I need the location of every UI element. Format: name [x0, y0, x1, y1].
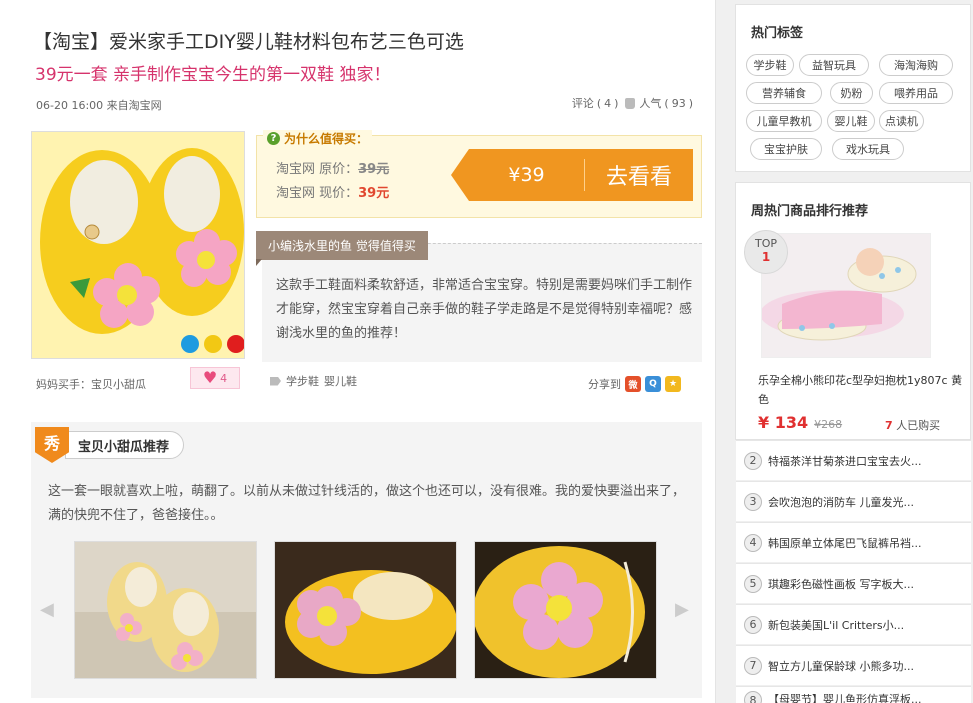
qq-share-icon[interactable]: ★ — [665, 376, 681, 392]
rank-list-item[interactable]: 8 【母婴节】婴儿鱼形仿真浮板... — [736, 686, 971, 703]
top-product-price: ¥ 134 ¥268 — [758, 413, 842, 432]
original-price: 39元 — [358, 162, 390, 177]
buyer-info[interactable]: 妈妈买手：宝贝小甜瓜 — [36, 376, 146, 392]
post-source[interactable]: 来自淘宝网 — [107, 99, 162, 112]
hot-tag[interactable]: 儿童早教机 — [746, 110, 822, 132]
top-product-name[interactable]: 乐孕全棉小熊印花c型孕妇抱枕1y807c 黄色 — [758, 371, 963, 409]
hot-tag[interactable]: 益智玩具 — [799, 54, 869, 76]
top-price-now: ¥ 134 — [758, 413, 809, 432]
hot-tags-title: 热门标签 — [751, 26, 804, 41]
stats-bar: 评论 (4) 人气 (93) — [571, 95, 693, 111]
rank-list-item[interactable]: 6 新包装美国L'il Critters小... — [736, 604, 971, 644]
prev-arrow-icon[interactable]: ◀ — [40, 599, 54, 620]
share-bar: 分享到 微 Q ★ — [588, 376, 681, 392]
top-price-old: ¥268 — [814, 418, 843, 431]
share-label: 分享到 — [588, 378, 621, 391]
thumb-up-icon[interactable] — [625, 97, 636, 109]
current-price-row: 淘宝网 现价：39元 — [276, 186, 390, 201]
product-image[interactable] — [31, 131, 245, 359]
top-rank-number: 1 — [761, 250, 771, 264]
rank-title: 韩国原单立体尾巴飞鼠裤吊裆... — [768, 536, 922, 550]
hot-tag[interactable]: 学步鞋 — [746, 54, 794, 76]
tag-icon — [270, 376, 281, 386]
qzone-share-icon[interactable]: Q — [645, 376, 661, 392]
rank-title: 智立方儿童保龄球 小熊多功... — [768, 659, 914, 673]
rank-number: 5 — [744, 574, 762, 593]
buyer-show-section: 秀 宝贝小甜瓜推荐 这一套一眼就喜欢上啦，萌翻了。以前从未做过针线活的，做这个也… — [31, 422, 702, 698]
hot-tag[interactable]: 戏水玩具 — [832, 138, 904, 160]
rank-title: 新包装美国L'il Critters小... — [768, 618, 905, 632]
rank-number: 8 — [744, 691, 762, 703]
hot-tag[interactable]: 奶粉 — [830, 82, 873, 104]
top-rank-badge: TOP 1 — [744, 230, 788, 274]
hot-tag[interactable]: 宝宝护肤 — [750, 138, 822, 160]
buyer-show-title: 宝贝小甜瓜推荐 — [65, 431, 185, 459]
page-subtitle: 39元一套 亲手制作宝宝今生的第一双鞋 独家！ — [35, 65, 391, 85]
ranking-title: 周热门商品排行推荐 — [751, 204, 869, 219]
original-price-row: 淘宝网 原价：39元 — [276, 162, 390, 177]
popularity-count: 93 — [671, 96, 686, 110]
why-worth-label: ? 为什么值得买： — [263, 130, 373, 147]
editor-description: 这款手工鞋面料柔软舒适，非常适合宝宝穿。特别是需要妈咪们手工制作才能穿，然宝宝穿… — [276, 278, 693, 341]
heart-icon: ♥ — [202, 368, 218, 387]
buyer-show-text: 这一套一眼就喜欢上啦，萌翻了。以前从未做过针线活的，做这个也还可以，没有很难。我… — [48, 484, 686, 523]
page-title: 【淘宝】爱米家手工DIY婴儿鞋材料包布艺三色可选 — [33, 31, 464, 53]
buy-price: ¥39 — [508, 164, 545, 186]
hot-tag[interactable]: 营养辅食 — [746, 82, 822, 104]
rank-title: 特福茶洋甘菊茶进口宝宝去火... — [768, 454, 922, 468]
tag-link[interactable]: 学步鞋 — [286, 373, 319, 389]
show-photo-3[interactable] — [474, 541, 657, 679]
go-buy-button[interactable]: ¥39 去看看 — [451, 149, 693, 201]
editor-description-box: 这款手工鞋面料柔软舒适，非常适合宝宝穿。特别是需要妈咪们手工制作才能穿，然宝宝穿… — [262, 243, 702, 362]
rank-list-item[interactable]: 5 琪趣彩色磁性画板 写字板大... — [736, 563, 971, 603]
price-box: ? 为什么值得买： 淘宝网 原价：39元 淘宝网 现价：39元 ¥39 去看看 — [256, 130, 702, 218]
post-meta: 06-20 16:00 来自淘宝网 — [36, 97, 162, 113]
rank-list-item[interactable]: 3 会吹泡泡的消防车 儿童发光... — [736, 481, 971, 521]
baby-shoes-illustration — [32, 132, 244, 358]
hot-tag[interactable]: 婴儿鞋 — [827, 110, 875, 132]
rank-number: 6 — [744, 615, 762, 634]
rank-number: 2 — [744, 451, 762, 470]
rank-list-item[interactable]: 2 特福茶洋甘菊茶进口宝宝去火... — [736, 440, 971, 480]
hot-tag[interactable]: 喂养用品 — [879, 82, 953, 104]
rank-list-item[interactable]: 4 韩国原单立体尾巴飞鼠裤吊裆... — [736, 522, 971, 562]
rank-title: 会吹泡泡的消防车 儿童发光... — [768, 495, 914, 509]
rank-title: 【母婴节】婴儿鱼形仿真浮板... — [768, 693, 922, 703]
hot-tag[interactable]: 点读机 — [879, 110, 924, 132]
rank-number: 4 — [744, 533, 762, 552]
article-tags: 学步鞋 婴儿鞋 — [270, 373, 357, 389]
like-count: 4 — [220, 371, 228, 385]
show-photo-2[interactable] — [274, 541, 457, 679]
comments-label[interactable]: 评论 — [572, 95, 594, 111]
top-buyers: 7 人已购买 — [885, 419, 941, 432]
comments-count: 4 — [604, 96, 612, 110]
like-button[interactable]: ♥ 4 — [190, 367, 240, 389]
show-photo-1[interactable] — [74, 541, 257, 679]
show-badge-icon: 秀 — [35, 427, 69, 463]
hot-tags-box: 热门标签 学步鞋 益智玩具 海淘海购 营养辅食 奶粉 喂养用品 儿童早教机 婴儿… — [735, 4, 971, 172]
rank-number: 7 — [744, 656, 762, 675]
editor-tag: 小编浅水里的鱼 觉得值得买 — [256, 231, 428, 260]
question-icon: ? — [267, 132, 280, 145]
rank-number: 3 — [744, 492, 762, 511]
hot-tag[interactable]: 海淘海购 — [879, 54, 953, 76]
post-date: 06-20 16:00 — [36, 99, 104, 112]
rank-title: 琪趣彩色磁性画板 写字板大... — [768, 577, 914, 591]
next-arrow-icon[interactable]: ▶ — [675, 599, 689, 620]
go-look-label: 去看看 — [605, 165, 672, 190]
weibo-share-icon[interactable]: 微 — [625, 376, 641, 392]
buyer-show-header: 秀 宝贝小甜瓜推荐 — [35, 427, 185, 463]
article-main: 【淘宝】爱米家手工DIY婴儿鞋材料包布艺三色可选 39元一套 亲手制作宝宝今生的… — [0, 0, 716, 703]
current-price: 39元 — [358, 186, 390, 201]
tag-link[interactable]: 婴儿鞋 — [324, 373, 357, 389]
rank-list-item[interactable]: 7 智立方儿童保龄球 小熊多功... — [736, 645, 971, 685]
popularity-label: 人气 — [639, 97, 662, 110]
